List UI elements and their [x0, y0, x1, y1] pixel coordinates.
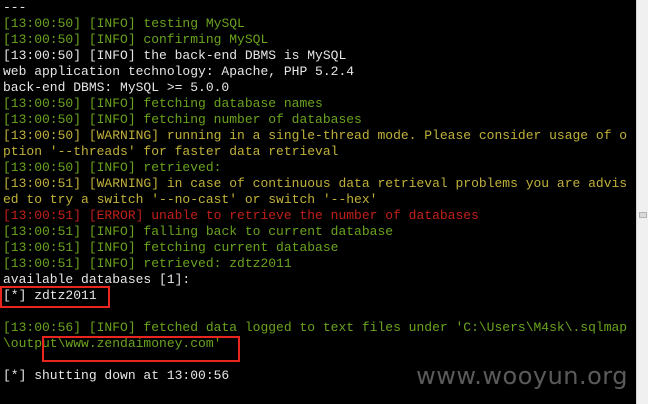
terminal-line: [13:00:50] [INFO] fetching database name…: [3, 96, 323, 112]
log-message: [WARNING] running in a single-thread mod…: [81, 128, 628, 143]
terminal-line: [*] shutting down at 13:00:56: [3, 368, 229, 384]
terminal-line: ption '--threads' for faster data retrie…: [3, 144, 338, 160]
log-message: ed to try a switch '--no-cast' or switch…: [3, 192, 378, 207]
terminal-line: [13:00:51] [ERROR] unable to retrieve th…: [3, 208, 479, 224]
log-message: back-end DBMS: MySQL >= 5.0.0: [3, 80, 230, 95]
terminal-line: [13:00:50] [INFO] confirming MySQL: [3, 32, 268, 48]
terminal-line: [13:00:51] [INFO] retrieved: zdtz2011: [3, 256, 292, 272]
timestamp: [13:00:50]: [3, 112, 82, 127]
log-message: [INFO] testing MySQL: [81, 16, 245, 31]
log-message: web application technology: Apache, PHP …: [3, 64, 355, 79]
log-message: [INFO] fetching number of databases: [81, 112, 362, 127]
timestamp: [13:00:56]: [3, 320, 82, 335]
log-message: [INFO] retrieved: zdtz2011: [81, 256, 292, 271]
timestamp: [13:00:51]: [3, 240, 82, 255]
terminal-line: [13:00:50] [INFO] the back-end DBMS is M…: [3, 48, 346, 64]
terminal-line: [13:00:56] [INFO] fetched data logged to…: [3, 320, 627, 336]
terminal-line: web application technology: Apache, PHP …: [3, 64, 354, 80]
vertical-scrollbar[interactable]: [636, 0, 648, 404]
timestamp: [13:00:50]: [3, 160, 82, 175]
log-message: [INFO] the back-end DBMS is MySQL: [81, 48, 347, 63]
log-message: [INFO] confirming MySQL: [81, 32, 269, 47]
timestamp: [13:00:51]: [3, 256, 82, 271]
log-message: [*] shutting down at 13:00:56: [3, 368, 230, 383]
log-message: [INFO] retrieved:: [81, 160, 222, 175]
log-message: [INFO] fetching current database: [81, 240, 339, 255]
log-message: [WARNING] in case of continuous data ret…: [81, 176, 628, 191]
highlight-database-name: [0, 286, 110, 308]
log-message: [INFO] falling back to current database: [81, 224, 394, 239]
timestamp: [13:00:50]: [3, 128, 82, 143]
timestamp: [13:00:51]: [3, 224, 82, 239]
timestamp: [13:00:51]: [3, 208, 82, 223]
terminal-line: [13:00:50] [INFO] retrieved:: [3, 160, 221, 176]
terminal-line: ---: [3, 0, 26, 16]
log-message: available databases [1]:: [3, 272, 191, 287]
timestamp: [13:00:50]: [3, 16, 82, 31]
log-message: [INFO] fetched data logged to text files…: [81, 320, 628, 335]
terminal-line: [13:00:51] [INFO] falling back to curren…: [3, 224, 393, 240]
timestamp: [13:00:51]: [3, 176, 82, 191]
log-message: [ERROR] unable to retrieve the number of…: [81, 208, 479, 223]
terminal-line: [13:00:50] [WARNING] running in a single…: [3, 128, 627, 144]
log-message: [INFO] fetching database names: [81, 96, 323, 111]
terminal-line: back-end DBMS: MySQL >= 5.0.0: [3, 80, 229, 96]
watermark-text: www.wooyun.org: [416, 362, 628, 390]
log-message: ption '--threads' for faster data retrie…: [3, 144, 339, 159]
scroll-thumb[interactable]: [639, 212, 647, 218]
timestamp: [13:00:50]: [3, 48, 82, 63]
highlight-output-path: [42, 336, 240, 362]
terminal-line: [13:00:51] [WARNING] in case of continuo…: [3, 176, 627, 192]
terminal-line: [13:00:51] [INFO] fetching current datab…: [3, 240, 338, 256]
terminal-line: [13:00:50] [INFO] testing MySQL: [3, 16, 245, 32]
terminal-line: ed to try a switch '--no-cast' or switch…: [3, 192, 377, 208]
timestamp: [13:00:50]: [3, 96, 82, 111]
log-message: ---: [3, 0, 27, 15]
timestamp: [13:00:50]: [3, 32, 82, 47]
terminal-line: [13:00:50] [INFO] fetching number of dat…: [3, 112, 362, 128]
